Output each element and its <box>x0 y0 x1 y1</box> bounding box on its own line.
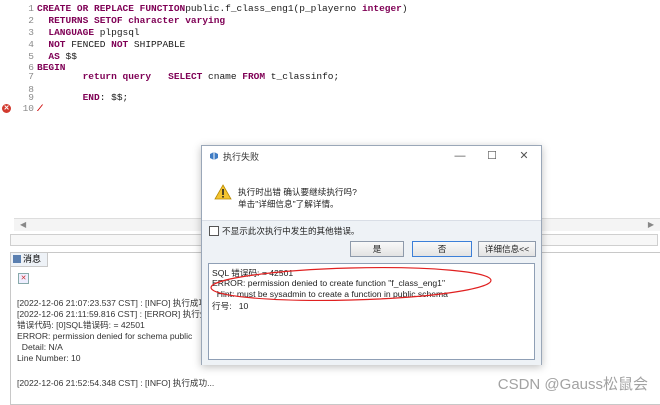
log-line: Line Number: 10 <box>17 353 81 363</box>
detail-line: ERROR: permission denied to create funct… <box>212 278 446 288</box>
log-line: [2022-12-06 21:52:54.348 CST] : [INFO] 执… <box>17 378 215 388</box>
yes-button[interactable]: 是 <box>350 241 404 257</box>
messages-tab-icon <box>13 255 21 263</box>
line-number: 4 <box>28 39 34 50</box>
suppress-errors-label[interactable]: 不显示此次执行中发生的其他错误。 <box>222 225 360 237</box>
clear-log-icon[interactable]: ✕ <box>18 273 29 284</box>
dialog-question: 执行时出错 确认要继续执行吗? <box>238 187 357 197</box>
dialog-hint: 单击"详细信息"了解详情。 <box>238 199 339 209</box>
code-text: CREATE OR REPLACE FUNCTIONpublic.f_class… <box>37 3 408 14</box>
dialog-titlebar[interactable]: 执行失败 — ☐ ✕ <box>202 146 541 166</box>
code-text: / <box>37 103 43 114</box>
dialog-title: 执行失败 <box>223 152 260 162</box>
line-number: 7 <box>28 71 34 82</box>
code-text: LANGUAGE plpgsql <box>48 27 140 38</box>
log-line: Detail: N/A <box>17 342 63 352</box>
code-text: RETURNS SETOF character varying <box>48 15 226 26</box>
dialog-message-area: 执行时出错 确认要继续执行吗? 单击"详细信息"了解详情。 <box>202 168 541 220</box>
no-button[interactable]: 否 <box>412 241 472 257</box>
execution-failed-dialog: 执行失败 — ☐ ✕ 执行时出错 确认要继续执行吗? 单击"详细信息"了解详情。… <box>201 145 542 365</box>
line-number: 1 <box>28 3 34 14</box>
close-button[interactable]: ✕ <box>515 149 533 163</box>
error-marker-icon[interactable]: ✕ <box>2 104 11 113</box>
minimize-button[interactable]: — <box>451 149 469 163</box>
scroll-right-icon[interactable]: ▶ <box>648 220 654 229</box>
line-number: 3 <box>28 27 34 38</box>
maximize-button[interactable]: ☐ <box>483 149 501 163</box>
line-number: 2 <box>28 15 34 26</box>
detail-line: 行号: 10 <box>212 301 249 311</box>
tab-messages[interactable]: 消息 <box>11 253 49 267</box>
dialog-body: 不显示此次执行中发生的其他错误。 是 否 详细信息<< SQL 错误码: = 4… <box>202 220 541 365</box>
app-logo-icon <box>210 152 218 160</box>
error-details-box[interactable]: SQL 错误码: = 42501 ERROR: permission denie… <box>208 263 535 360</box>
suppress-errors-checkbox[interactable] <box>209 226 219 236</box>
watermark: CSDN @Gauss松鼠会 <box>497 376 648 393</box>
code-text: NOT FENCED NOT SHIPPABLE <box>48 39 186 50</box>
scroll-left-icon[interactable]: ◀ <box>20 220 26 229</box>
tab-messages-label: 消息 <box>23 254 42 264</box>
log-line: [2022-12-06 21:11:59.816 CST] : [ERROR] … <box>17 309 217 319</box>
log-line: 错误代码: [0]SQL错误码: = 42501 <box>17 320 145 330</box>
code-text: END: $$; <box>82 92 129 103</box>
details-button[interactable]: 详细信息<< <box>478 241 536 257</box>
code-text: return query SELECT cname FROM t_classin… <box>82 71 340 82</box>
log-line: [2022-12-06 21:07:23.537 CST] : [INFO] 执… <box>17 298 215 308</box>
detail-line: Hint: must be sysadmin to create a funct… <box>212 289 448 299</box>
warning-icon <box>214 184 232 200</box>
log-line: ERROR: permission denied for schema publ… <box>17 331 193 341</box>
